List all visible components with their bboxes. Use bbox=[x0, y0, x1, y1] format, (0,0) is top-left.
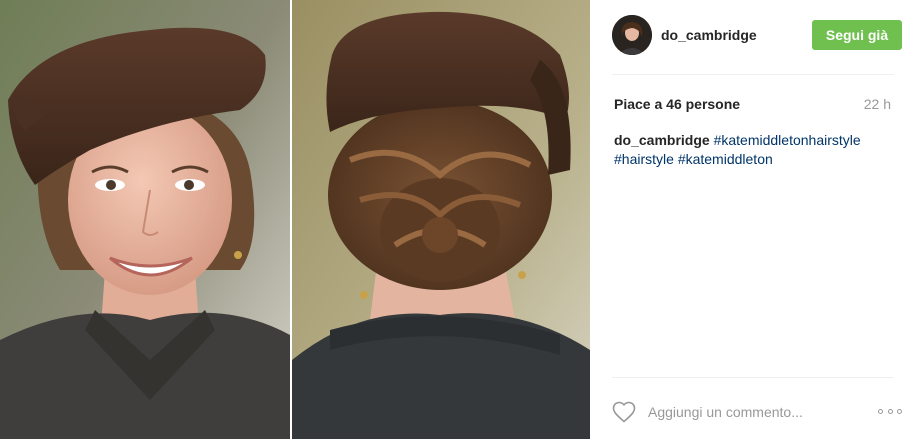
comment-bar bbox=[612, 398, 902, 426]
hashtag-link[interactable]: #katemiddleton bbox=[678, 151, 773, 167]
comment-input[interactable] bbox=[648, 404, 843, 420]
heart-icon[interactable] bbox=[612, 401, 636, 423]
post-caption: do_cambridge #katemiddletonhairstyle #ha… bbox=[614, 131, 892, 169]
likes-row: Piace a 46 persone 22 h bbox=[614, 95, 891, 113]
likes-count[interactable]: Piace a 46 persone bbox=[614, 96, 740, 112]
hashtag-link[interactable]: #katemiddletonhairstyle bbox=[714, 132, 861, 148]
post-time: 22 h bbox=[863, 96, 891, 112]
post-header: do_cambridge Segui già bbox=[612, 14, 902, 56]
following-button[interactable]: Segui già bbox=[812, 20, 902, 50]
username-link[interactable]: do_cambridge bbox=[661, 27, 757, 43]
post-info-panel: do_cambridge Segui già Piace a 46 person… bbox=[590, 0, 903, 439]
hashtag-link[interactable]: #hairstyle bbox=[614, 151, 674, 167]
divider bbox=[612, 377, 894, 378]
divider bbox=[612, 74, 894, 75]
caption-username-link[interactable]: do_cambridge bbox=[614, 132, 710, 148]
post-image[interactable] bbox=[0, 0, 590, 439]
portrait-photo-back bbox=[292, 0, 590, 439]
portrait-photo-front bbox=[0, 0, 290, 439]
avatar[interactable] bbox=[612, 15, 652, 55]
more-options-icon[interactable] bbox=[878, 404, 902, 418]
